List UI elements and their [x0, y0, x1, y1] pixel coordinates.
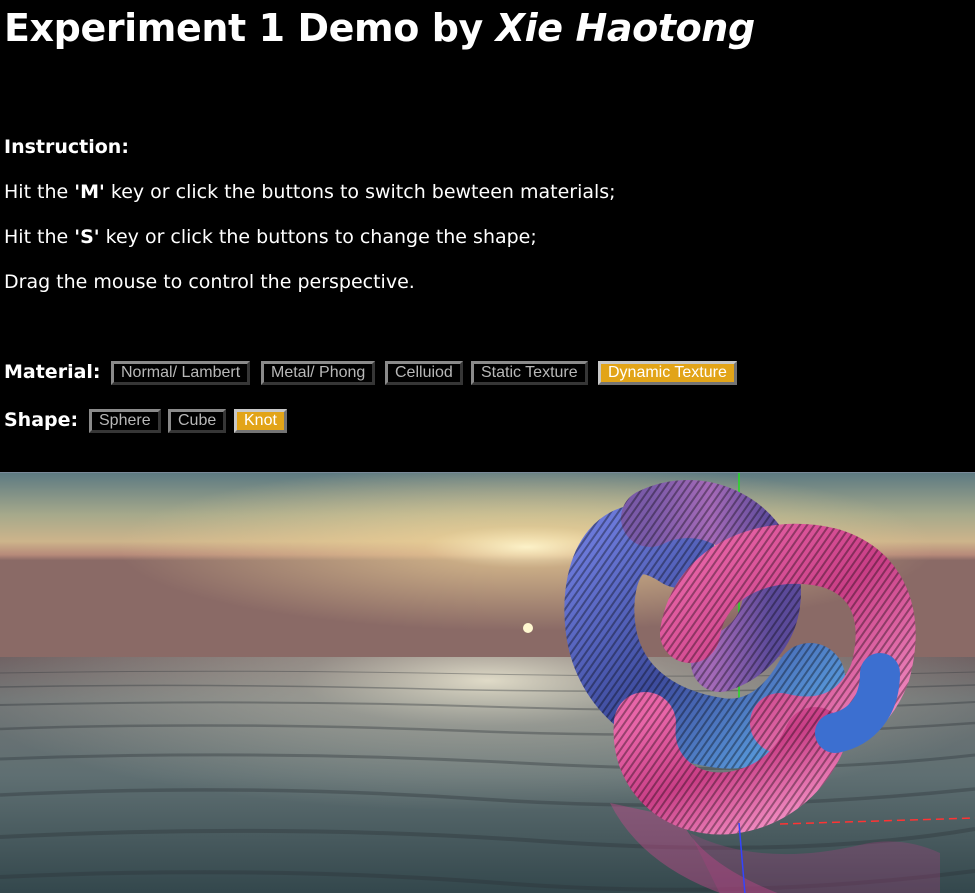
shape-knot-button[interactable]: Knot — [234, 409, 287, 433]
sun — [523, 623, 533, 633]
instruction-1-post: key or click the buttons to switch bewte… — [104, 181, 616, 203]
instruction-label: Instruction: — [4, 136, 129, 158]
3d-viewport[interactable] — [0, 472, 975, 893]
key-s: 'S' — [74, 226, 100, 248]
page: Experiment 1 Demo by Xie Haotong Instruc… — [0, 0, 975, 893]
shape-sphere-button[interactable]: Sphere — [89, 409, 161, 433]
instruction-1-pre: Hit the — [4, 181, 75, 203]
page-title: Experiment 1 Demo by Xie Haotong — [4, 6, 755, 50]
shape-label: Shape: — [4, 409, 79, 431]
shape-cube-button[interactable]: Cube — [168, 409, 227, 433]
instruction-2-pre: Hit the — [4, 226, 75, 248]
instruction-2-post: key or click the buttons to change the s… — [99, 226, 537, 248]
material-celluiod-button[interactable]: Celluiod — [385, 361, 463, 385]
material-normal-lambert-button[interactable]: Normal/ Lambert — [111, 361, 251, 385]
instruction-line-3: Drag the mouse to control the perspectiv… — [4, 271, 415, 293]
material-static-texture-button[interactable]: Static Texture — [471, 361, 588, 385]
material-dynamic-texture-button[interactable]: Dynamic Texture — [598, 361, 737, 385]
instruction-line-2: Hit the 'S' key or click the buttons to … — [4, 224, 537, 250]
material-metal-phong-button[interactable]: Metal/ Phong — [261, 361, 376, 385]
material-label: Material: — [4, 361, 101, 383]
title-prefix: Experiment 1 Demo by — [4, 6, 496, 50]
key-m: 'M' — [74, 181, 105, 203]
instruction-line-1: Hit the 'M' key or click the buttons to … — [4, 179, 616, 205]
scene-canvas[interactable] — [0, 473, 975, 893]
title-author: Xie Haotong — [495, 6, 755, 50]
